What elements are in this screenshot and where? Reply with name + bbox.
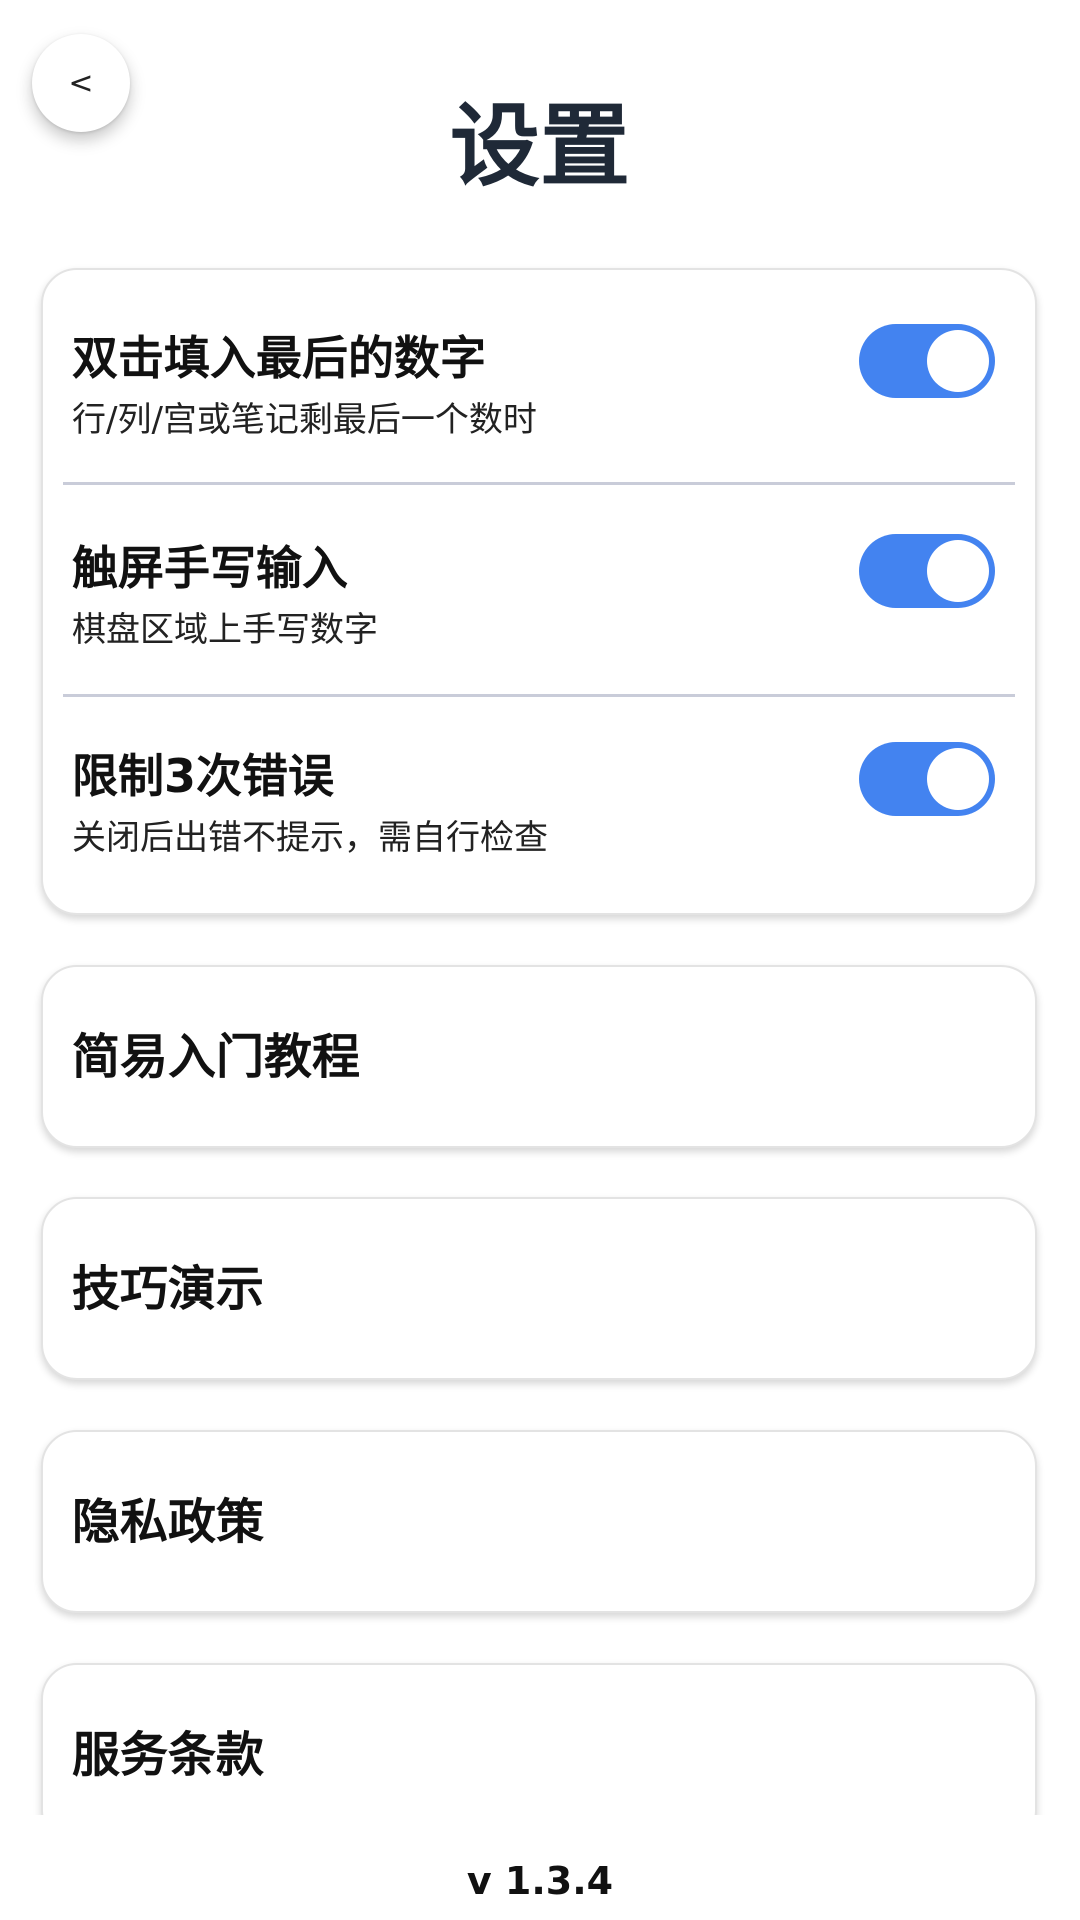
app-version: v 1.3.4 [466,1859,614,1903]
tutorial-link-card[interactable]: 简易入门教程 [41,965,1037,1148]
tips-demo-link-card[interactable]: 技巧演示 [41,1197,1037,1380]
link-label: 简易入门教程 [72,1029,361,1085]
link-label: 服务条款 [72,1727,265,1783]
setting-row-mistake-limit: 限制3次错误 关闭后出错不提示，需自行检查 [43,688,1035,895]
toggle-double-tap-fill[interactable] [859,324,995,398]
setting-subtitle: 关闭后出错不提示，需自行检查 [72,818,548,858]
setting-row-handwriting: 触屏手写输入 棋盘区域上手写数字 [43,480,1035,687]
toggle-knob [927,748,989,810]
setting-subtitle: 行/列/宫或笔记剩最后一个数时 [72,400,537,440]
setting-title: 双击填入最后的数字 [72,331,486,385]
setting-subtitle: 棋盘区域上手写数字 [72,610,378,650]
setting-row-double-tap-fill: 双击填入最后的数字 行/列/宫或笔记剩最后一个数时 [43,270,1035,477]
toggle-knob [927,330,989,392]
setting-title: 限制3次错误 [72,749,335,803]
toggle-mistake-limit[interactable] [859,742,995,816]
page-title: 设置 [450,94,630,199]
terms-of-service-link-card[interactable]: 服务条款 [41,1663,1037,1815]
settings-card: 双击填入最后的数字 行/列/宫或笔记剩最后一个数时 触屏手写输入 棋盘区域上手写… [41,268,1037,915]
settings-scroll-area[interactable]: 双击填入最后的数字 行/列/宫或笔记剩最后一个数时 触屏手写输入 棋盘区域上手写… [0,250,1080,1815]
setting-title: 触屏手写输入 [72,541,348,595]
link-label: 技巧演示 [72,1261,265,1317]
toggle-knob [927,540,989,602]
link-label: 隐私政策 [72,1494,265,1550]
privacy-policy-link-card[interactable]: 隐私政策 [41,1430,1037,1613]
toggle-handwriting[interactable] [859,534,995,608]
